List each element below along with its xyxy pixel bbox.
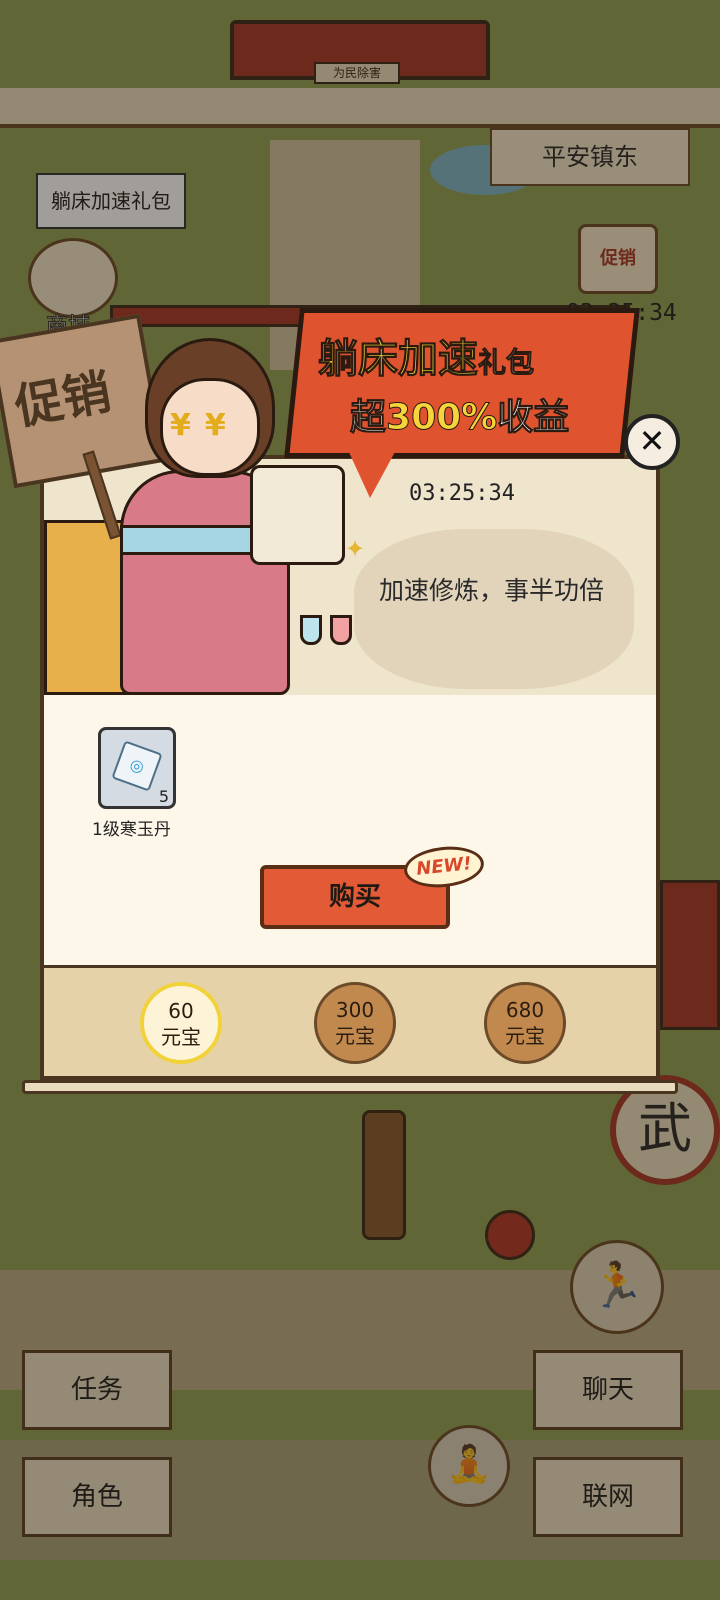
sparkle-icon: ✦ bbox=[345, 535, 366, 563]
potion-bottle bbox=[300, 615, 322, 645]
banner-title-main: 躺床加速 bbox=[318, 336, 479, 383]
banner-subtitle: 超300%收益 bbox=[349, 388, 570, 440]
banner-subtitle-highlight: 300% bbox=[386, 397, 498, 439]
tier-amount: 300 bbox=[335, 998, 375, 1022]
tier-300[interactable]: 300 元宝 bbox=[314, 982, 396, 1064]
price-tier-bar: 60 元宝 300 元宝 680 元宝 bbox=[40, 965, 660, 1080]
tier-60[interactable]: 60 元宝 bbox=[140, 982, 222, 1064]
tier-unit: 元宝 bbox=[505, 1024, 545, 1048]
modal-body: ◎ 5 1级寒玉丹 购买 NEW! bbox=[40, 695, 660, 965]
character-eyes: ¥¥ bbox=[170, 408, 240, 443]
banner-title: 躺床加速礼包 bbox=[318, 326, 535, 384]
tier-680[interactable]: 680 元宝 bbox=[484, 982, 566, 1064]
scroll-stack bbox=[250, 465, 345, 565]
scroll-rod bbox=[22, 1080, 678, 1094]
modal-slogan: 加速修炼，事半功倍 bbox=[379, 576, 605, 605]
close-icon[interactable]: ✕ bbox=[624, 414, 680, 470]
banner-tail bbox=[348, 450, 396, 498]
modal-countdown: 03:25:34 bbox=[409, 481, 515, 506]
reward-item[interactable]: ◎ 5 bbox=[98, 727, 176, 809]
tier-amount: 680 bbox=[505, 998, 545, 1022]
banner-subtitle-suffix: 收益 bbox=[497, 397, 570, 439]
tier-amount: 60 bbox=[168, 999, 194, 1023]
pill-icon: ◎ bbox=[111, 740, 163, 792]
banner-subtitle-prefix: 超 bbox=[349, 397, 387, 439]
tier-unit: 元宝 bbox=[161, 1025, 201, 1049]
item-name: 1级寒玉丹 bbox=[92, 820, 171, 840]
potion-bottle bbox=[330, 615, 352, 645]
banner-title-small: 礼包 bbox=[477, 346, 535, 380]
tier-unit: 元宝 bbox=[335, 1024, 375, 1048]
item-count: 5 bbox=[158, 787, 169, 806]
